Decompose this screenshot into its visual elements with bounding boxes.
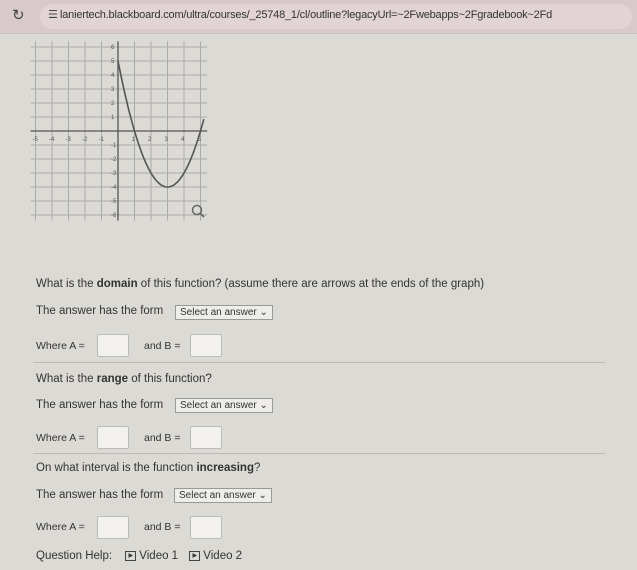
q-bold: increasing	[196, 462, 254, 474]
reload-icon[interactable]: ↻	[12, 6, 25, 24]
form-label: The answer has the form	[36, 399, 164, 411]
and-b-label: and B =	[144, 432, 181, 444]
y-tick-label: 6	[111, 45, 115, 51]
q-bold: domain	[96, 278, 138, 290]
y-tick-label: -1	[111, 143, 117, 149]
y-tick-label: 3	[111, 87, 115, 93]
x-tick-label: -2	[82, 137, 88, 143]
y-tick-label: 4	[111, 73, 115, 79]
form-select[interactable]: Select an answer ⌄	[175, 305, 273, 320]
video-label: Video 1	[139, 550, 179, 562]
form-label: The answer has the form	[36, 305, 164, 317]
select-text: Select an answer	[180, 400, 257, 411]
q-bold: range	[96, 373, 129, 385]
play-icon: ▶	[189, 550, 201, 561]
b-input[interactable]	[190, 426, 222, 449]
video-label: Video 2	[203, 550, 243, 562]
x-tick-label: -3	[66, 137, 72, 143]
form-select[interactable]: Select an answer ⌄	[175, 398, 273, 413]
play-icon: ▶	[125, 550, 137, 561]
chevron-down-icon: ⌄	[259, 307, 268, 318]
y-tick-label: -6	[111, 213, 117, 219]
question-help: Question Help: ▶ Video 1 ▶ Video 2	[36, 550, 242, 562]
select-text: Select an answer	[180, 307, 257, 318]
divider	[33, 453, 605, 454]
select-text: Select an answer	[179, 490, 256, 501]
where-a-label: Where A =	[36, 521, 85, 533]
x-tick-label: -5	[33, 137, 39, 143]
q-text: What is the	[36, 373, 97, 385]
and-b-label: and B =	[144, 340, 181, 352]
x-tick-label: -4	[49, 137, 55, 143]
q-text: ?	[253, 462, 261, 474]
y-tick-label: -5	[111, 199, 117, 205]
a-input[interactable]	[97, 426, 129, 449]
chevron-down-icon: ⌄	[259, 400, 268, 411]
video-1-link[interactable]: ▶ Video 1	[125, 550, 178, 562]
chevron-down-icon: ⌄	[258, 490, 267, 501]
y-tick-label: 1	[111, 115, 115, 121]
form-label: The answer has the form	[36, 489, 164, 501]
url-text[interactable]: laniertech.blackboard.com/ultra/courses/…	[60, 9, 552, 21]
x-tick-label: -1	[99, 137, 105, 143]
b-input[interactable]	[190, 516, 222, 539]
function-curve	[117, 60, 205, 188]
q-text: On what interval is the function	[36, 462, 197, 474]
browser-bar: ↻ ☰ laniertech.blackboard.com/ultra/cour…	[0, 0, 637, 34]
y-tick-label: -4	[111, 185, 117, 191]
y-tick-label: -3	[111, 171, 117, 177]
b-input[interactable]	[190, 334, 222, 357]
function-graph: -5 -4 -3 -2 -1 1 2 3 4 5654321-1-2-3-4-5-6	[30, 41, 208, 221]
a-input[interactable]	[97, 334, 129, 357]
address-bar[interactable]: ☰ laniertech.blackboard.com/ultra/course…	[40, 4, 632, 29]
q-text: of this function?	[128, 373, 212, 385]
video-2-link[interactable]: ▶ Video 2	[189, 550, 242, 562]
question-increasing: On what interval is the function increas…	[36, 462, 260, 474]
help-label: Question Help:	[36, 550, 113, 562]
form-select[interactable]: Select an answer ⌄	[174, 488, 272, 503]
q-text: What is the	[36, 278, 97, 290]
where-a-label: Where A =	[36, 432, 85, 444]
site-settings-icon[interactable]: ☰	[48, 8, 58, 21]
a-input[interactable]	[97, 516, 129, 539]
y-tick-label: -2	[111, 157, 117, 163]
question-domain: What is the domain of this function? (as…	[36, 278, 484, 290]
y-tick-label: 2	[111, 101, 115, 107]
y-tick-label: 5	[111, 59, 115, 65]
divider	[33, 362, 605, 363]
question-range: What is the range of this function?	[36, 373, 212, 385]
q-text: of this function? (assume there are arro…	[137, 278, 485, 290]
and-b-label: and B =	[144, 521, 181, 533]
where-a-label: Where A =	[36, 340, 85, 352]
